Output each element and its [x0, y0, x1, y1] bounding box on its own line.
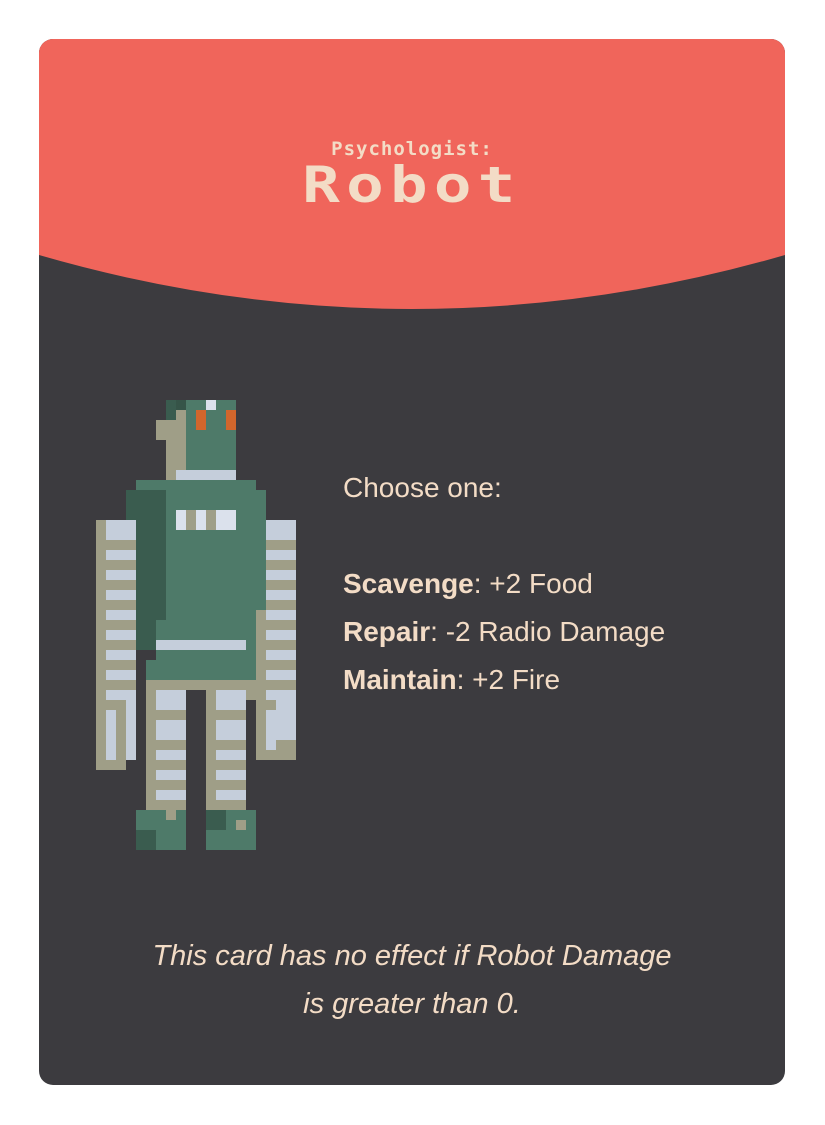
- option-effect: : +2 Fire: [456, 664, 561, 695]
- footer-line-2: is greater than 0.: [303, 988, 521, 1020]
- option-repair: Repair: -2 Radio Damage: [343, 608, 763, 656]
- option-name: Maintain: [343, 664, 457, 695]
- option-effect: : +2 Food: [473, 568, 593, 599]
- option-scavenge: Scavenge: +2 Food: [343, 560, 763, 608]
- game-card: Psychologist: Robot Choose one: Scavenge…: [39, 39, 785, 1085]
- footer-line-1: This card has no effect if Robot Damage: [152, 940, 672, 972]
- card-footer-note: This card has no effect if Robot Damage …: [99, 932, 725, 1028]
- robot-pixel-art-icon: [96, 400, 296, 850]
- option-maintain: Maintain: +2 Fire: [343, 656, 763, 704]
- effects-prompt: Choose one:: [343, 472, 502, 503]
- card-title: Robot: [302, 156, 522, 214]
- effects-panel: Choose one: Scavenge: +2 Food Repair: -2…: [343, 464, 763, 704]
- option-name: Scavenge: [343, 568, 474, 599]
- option-effect: : -2 Radio Damage: [430, 616, 666, 647]
- option-name: Repair: [343, 616, 431, 647]
